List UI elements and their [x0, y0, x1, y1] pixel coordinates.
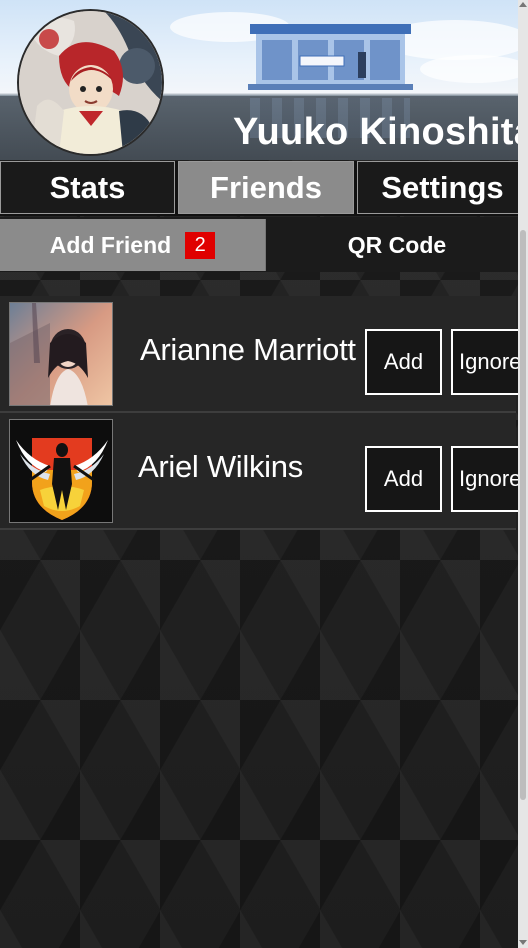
anime-character-avatar-icon	[19, 11, 162, 154]
anime-girl-thumbnail-icon	[10, 303, 112, 405]
tab-friends[interactable]: Friends	[178, 161, 354, 214]
tab-settings-label: Settings	[381, 169, 504, 205]
ignore-request-button[interactable]: Ignore	[451, 329, 528, 395]
avatar[interactable]	[17, 9, 164, 156]
scroll-up-icon[interactable]	[519, 2, 527, 7]
subtab-qr-code[interactable]: QR Code	[266, 219, 528, 271]
request-name: Arianne Marriott	[140, 332, 356, 367]
ignore-button-label: Ignore	[459, 349, 522, 374]
friends-screen: Yuuko Kinoshita Stats Friends Settings A…	[0, 0, 528, 948]
scroll-down-icon[interactable]	[519, 940, 527, 945]
add-button-label: Add	[383, 349, 424, 374]
list-item: Arianne Marriott Add Ignore	[0, 296, 528, 413]
main-tabs: Stats Friends Settings	[0, 161, 528, 216]
vertical-scrollbar[interactable]	[518, 0, 528, 948]
tab-stats-label: Stats	[49, 169, 126, 205]
train-station-illustration	[248, 24, 413, 90]
add-button-label: Add	[383, 466, 424, 491]
request-name: Ariel Wilkins	[138, 449, 303, 484]
friend-request-count-badge: 2	[185, 231, 216, 259]
profile-name: Yuuko Kinoshita	[233, 111, 528, 153]
add-friend-button[interactable]: Add	[365, 329, 442, 395]
tab-stats[interactable]: Stats	[0, 161, 175, 214]
friend-request-list: Arianne Marriott Add Ignore Ariel Wilkin…	[0, 296, 528, 530]
scroll-thumb[interactable]	[520, 230, 526, 800]
request-avatar	[9, 302, 113, 406]
ignore-button-label: Ignore	[459, 466, 522, 491]
wings-of-freedom-thumbnail-icon	[10, 420, 112, 522]
friends-subtabs: Add Friend 2 QR Code	[0, 217, 528, 272]
tab-friends-label: Friends	[210, 169, 322, 205]
add-friend-button[interactable]: Add	[365, 446, 442, 512]
subtab-qr-code-label: QR Code	[347, 231, 447, 258]
list-item: Ariel Wilkins Add Ignore	[0, 413, 528, 530]
request-avatar	[9, 419, 113, 523]
ignore-request-button[interactable]: Ignore	[451, 446, 528, 512]
tab-settings[interactable]: Settings	[357, 161, 528, 214]
subtab-add-friend[interactable]: Add Friend 2	[0, 219, 266, 271]
subtab-add-friend-label: Add Friend	[49, 231, 172, 258]
